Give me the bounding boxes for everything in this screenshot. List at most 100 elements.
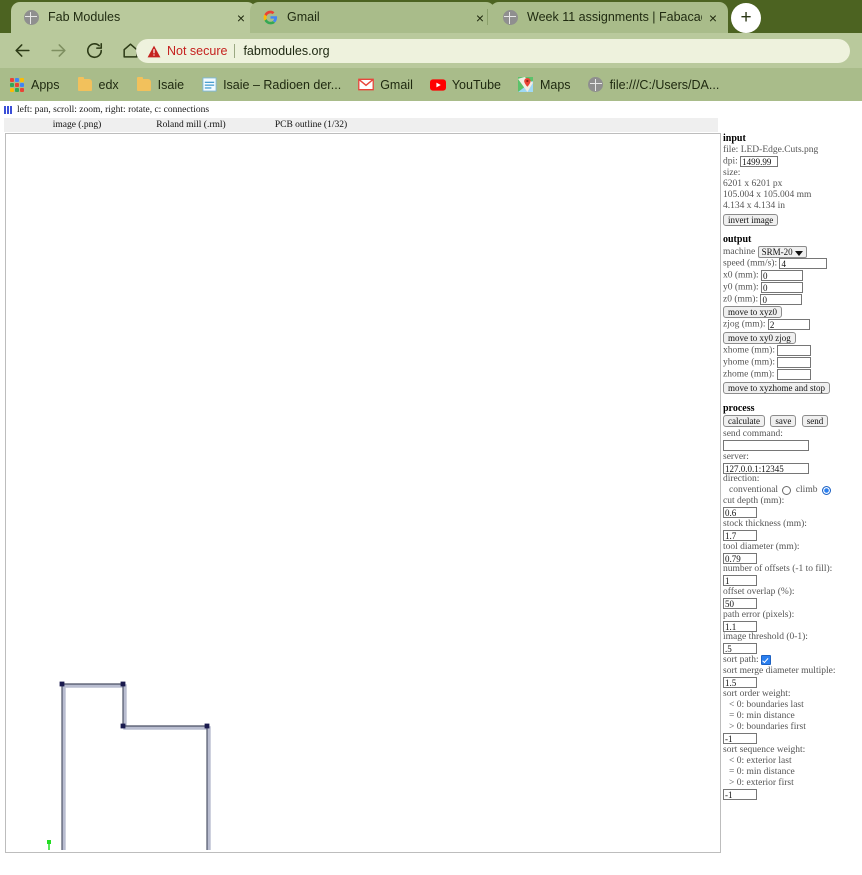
input-size-in: 4.134 x 4.134 in xyxy=(723,200,786,211)
tab-title: Gmail xyxy=(287,10,320,24)
new-tab-button[interactable]: + xyxy=(731,3,761,33)
machine-select[interactable]: SRM-20 xyxy=(757,246,807,259)
toolpath-nodes xyxy=(59,681,210,729)
security-status-label: Not secure xyxy=(167,44,228,58)
number-of-offsets-row: 1 xyxy=(723,575,859,587)
input-file-label: file: xyxy=(723,145,739,156)
path-error-input[interactable]: 1.1 xyxy=(723,620,757,632)
forward-arrow-icon[interactable] xyxy=(44,37,72,65)
yhome-input[interactable] xyxy=(777,356,812,368)
tab-roland-mill-rml[interactable]: Roland mill (.rml) xyxy=(136,118,246,132)
yhome-label: yhome (mm): xyxy=(723,357,775,368)
invert-image-button[interactable]: invert image xyxy=(723,213,779,226)
move-to-xyz0-button[interactable]: move to xyz0 xyxy=(723,306,782,319)
zjog-row: zjog (mm): 2 xyxy=(723,319,859,331)
sort-sequence-weight-input[interactable]: -1 xyxy=(723,788,757,800)
bookmark-edx[interactable]: edx xyxy=(77,76,119,93)
input-size-mm: 105.004 x 105.004 mm xyxy=(723,189,812,200)
tab-close-icon[interactable]: × xyxy=(702,7,724,29)
bookmark-isaie-radioen[interactable]: Isaie – Radioen der... xyxy=(201,77,341,93)
dpi-input[interactable]: 1499.99 xyxy=(740,156,779,168)
stock-thickness-input[interactable]: 1.7 xyxy=(723,529,757,541)
server-label: server: xyxy=(723,451,749,462)
address-bar[interactable]: Not secure fabmodules.org xyxy=(136,39,850,63)
y0-input[interactable]: 0 xyxy=(761,281,803,293)
y0-label: y0 (mm): xyxy=(723,282,759,293)
sort-path-label: sort path: xyxy=(723,655,759,666)
move-to-xyzhome-and-stop-button[interactable]: move to xyzhome and stop xyxy=(723,382,830,395)
zhome-input[interactable] xyxy=(776,368,811,380)
tab-close-icon[interactable]: × xyxy=(230,7,252,29)
toolpath-canvas[interactable] xyxy=(5,133,721,853)
sort-order-weight-input[interactable]: -1 xyxy=(723,732,757,744)
number-of-offsets-input[interactable]: 1 xyxy=(723,575,757,587)
z0-input[interactable]: 0 xyxy=(760,293,803,305)
x0-input[interactable]: 0 xyxy=(761,270,803,282)
xhome-row: xhome (mm): xyxy=(723,345,859,357)
image-threshold-input[interactable]: .5 xyxy=(723,643,757,655)
invert-image-row: invert image xyxy=(723,213,859,226)
direction-conventional-label: conventional xyxy=(729,485,779,496)
back-arrow-icon[interactable] xyxy=(8,37,36,65)
apps-grid-icon xyxy=(9,77,25,93)
fab-modules-page: left: pan, scroll: zoom, right: rotate, … xyxy=(0,101,862,875)
sort-merge-input[interactable]: 1.5 xyxy=(723,677,757,689)
process-section-title: process xyxy=(723,402,755,414)
zhome-row: zhome (mm): xyxy=(723,368,859,381)
bookmark-apps[interactable]: Apps xyxy=(9,77,60,93)
z0-row: z0 (mm): 0 xyxy=(723,293,859,306)
stock-thickness-row: 1.7 xyxy=(723,529,859,542)
bookmark-youtube[interactable]: YouTube xyxy=(429,77,501,93)
input-dpi-label: dpi: xyxy=(723,156,738,167)
input-section-title: input xyxy=(723,133,746,144)
send-command-label: send command: xyxy=(723,428,783,439)
browser-tab-fab-modules[interactable]: Fab Modules × xyxy=(11,2,256,33)
bookmark-gmail[interactable]: Gmail xyxy=(358,77,413,93)
tab-pcb-outline[interactable]: PCB outline (1/32) xyxy=(256,118,366,132)
move-to-xy0-zjog-button[interactable]: move to xy0 zjog xyxy=(723,332,796,345)
bookmark-file-path[interactable]: file:///C:/Users/DA... xyxy=(588,77,719,93)
tab-image-png[interactable]: image (.png) xyxy=(22,118,132,132)
send-button[interactable]: send xyxy=(801,414,829,427)
speed-input[interactable]: 4 xyxy=(779,258,828,270)
bookmark-maps[interactable]: Maps xyxy=(518,77,571,93)
bookmark-isaie[interactable]: Isaie xyxy=(136,76,184,93)
sort-merge-row: 1.5 xyxy=(723,677,859,689)
offset-overlap-input[interactable]: 50 xyxy=(723,598,757,609)
x0-row: x0 (mm): 0 xyxy=(723,270,859,282)
toolpath-outline xyxy=(61,683,208,850)
browser-tab-week11[interactable]: Week 11 assignments | Fabacade × xyxy=(490,2,728,33)
zjog-input[interactable]: 2 xyxy=(767,319,810,331)
server-input[interactable]: 127.0.0.1:12345 xyxy=(723,462,809,474)
calculate-button[interactable]: calculate xyxy=(723,414,765,427)
tool-diameter-label: tool diameter (mm): xyxy=(723,541,800,552)
offset-overlap-row: 50 xyxy=(723,598,859,610)
send-command-row xyxy=(723,439,859,452)
bookmark-label: YouTube xyxy=(451,77,501,92)
parameter-panel: input file: LED-Edge.Cuts.png dpi: 1499.… xyxy=(723,133,859,800)
cut-depth-input[interactable]: 0.6 xyxy=(723,507,757,519)
cut-depth-label: cut depth (mm): xyxy=(723,496,785,507)
save-button[interactable]: save xyxy=(770,414,797,427)
toolpath-svg xyxy=(47,681,211,850)
sort-path-checkbox[interactable] xyxy=(761,655,771,666)
tab-title: Fab Modules xyxy=(48,10,121,24)
zjog-label: zjog (mm): xyxy=(723,320,766,331)
direction-climb-radio[interactable] xyxy=(821,485,831,495)
input-file-row: file: LED-Edge.Cuts.png xyxy=(723,145,859,156)
browser-window: Fab Modules × Gmail × Week 11 assignment… xyxy=(0,0,862,875)
tab-strip: Fab Modules × Gmail × Week 11 assignment… xyxy=(0,0,862,33)
send-command-input[interactable] xyxy=(723,439,809,451)
speed-row: speed (mm/s): 4 xyxy=(723,258,859,270)
tab-title: Week 11 assignments | Fabacade xyxy=(527,10,702,24)
bookmark-label: Gmail xyxy=(380,77,413,92)
stock-thickness-label: stock thickness (mm): xyxy=(723,518,807,529)
globe-icon xyxy=(23,10,39,26)
browser-tab-gmail[interactable]: Gmail × xyxy=(250,2,495,33)
direction-conventional-radio[interactable] xyxy=(782,485,792,495)
folder-icon xyxy=(77,76,93,93)
xhome-input[interactable] xyxy=(777,345,812,357)
reload-icon[interactable] xyxy=(80,37,108,65)
z0-label: z0 (mm): xyxy=(723,294,759,305)
tool-diameter-input[interactable]: 0.79 xyxy=(723,552,757,564)
